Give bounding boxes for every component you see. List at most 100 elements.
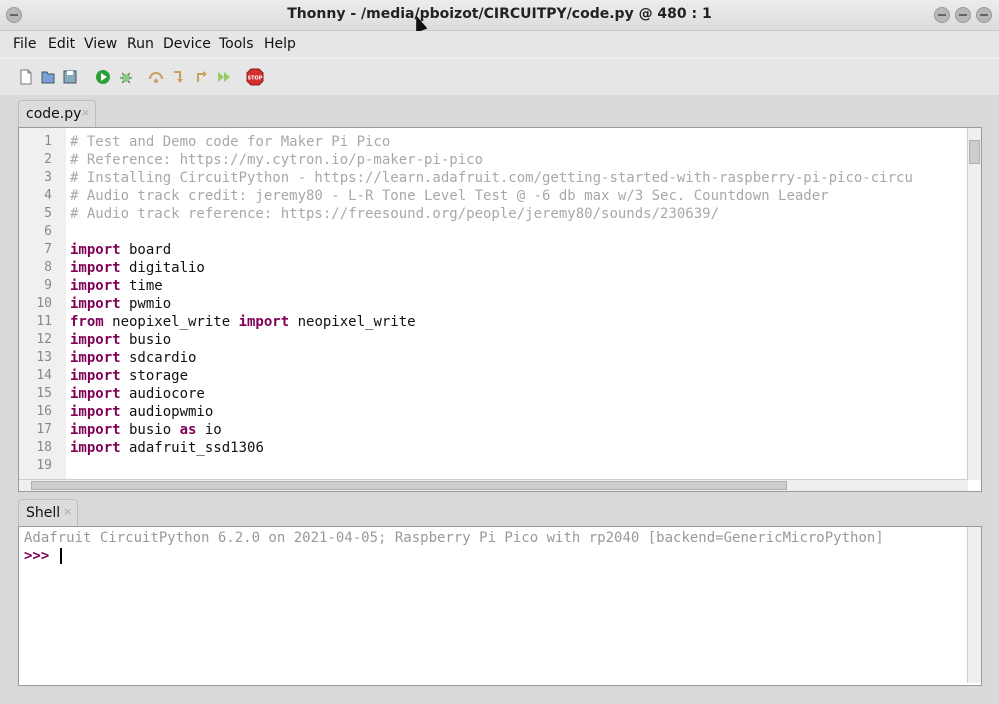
tab-code-py[interactable]: code.py × — [18, 100, 96, 128]
menu-file[interactable]: File — [13, 36, 36, 52]
line-number: 1 — [44, 134, 52, 149]
shell-input-line[interactable]: >>> — [24, 548, 62, 564]
line-number: 4 — [44, 188, 52, 203]
code-token: audiocore — [120, 386, 205, 402]
code-token: storage — [120, 368, 189, 384]
close-window-button[interactable] — [976, 7, 992, 23]
code-editor[interactable]: 1 2 3 4 5 6 7 8 9 10 11 12 13 14 15 16 17 18 19 # Test and… — [18, 127, 982, 492]
code-token: neopixel_write — [289, 314, 416, 330]
step-out-icon[interactable] — [194, 69, 210, 85]
maximize-button[interactable] — [955, 7, 971, 23]
code-token: busio — [120, 332, 172, 348]
line-number: 10 — [36, 296, 52, 311]
code-line: # Audio track credit: jeremy80 - L-R Ton… — [70, 187, 829, 205]
open-file-icon[interactable] — [40, 69, 56, 85]
run-icon[interactable] — [95, 69, 111, 85]
code-line: import digitalio — [70, 259, 205, 277]
step-over-icon[interactable] — [148, 69, 164, 85]
line-number: 16 — [36, 404, 52, 419]
keyword-token: from — [70, 314, 104, 330]
comment-token: # Audio track reference: https://freesou… — [70, 206, 720, 222]
line-number-gutter: 1 2 3 4 5 6 7 8 9 10 11 12 13 14 15 16 17 18 19 — [19, 128, 66, 480]
keyword-token: import — [70, 296, 121, 312]
menu-run[interactable]: Run — [127, 36, 154, 52]
code-token: board — [120, 242, 172, 258]
code-token: sdcardio — [120, 350, 197, 366]
keyword-token: import — [70, 404, 121, 420]
menu-help[interactable]: Help — [264, 36, 296, 52]
line-number: 15 — [36, 386, 52, 401]
save-file-icon[interactable] — [62, 69, 78, 85]
tab-shell[interactable]: Shell × — [18, 499, 78, 527]
editor-horizontal-scrollbar[interactable] — [19, 479, 968, 491]
minimize-button[interactable] — [934, 7, 950, 23]
tab-shell-label: Shell — [26, 505, 61, 521]
line-number: 2 — [44, 152, 52, 167]
line-number: 14 — [36, 368, 52, 383]
code-line: import time — [70, 277, 163, 295]
line-number: 6 — [44, 224, 52, 239]
step-into-icon[interactable] — [171, 69, 187, 85]
keyword-token: import — [70, 422, 121, 438]
shell-vertical-scrollbar[interactable] — [967, 527, 981, 683]
toolbar: STOP — [0, 58, 999, 95]
keyword-token: import — [70, 242, 121, 258]
keyword-token: import — [70, 368, 121, 384]
code-token: neopixel_write — [103, 314, 239, 330]
menu-edit[interactable]: Edit — [48, 36, 75, 52]
keyword-token: import — [70, 278, 121, 294]
keyword-token: import — [70, 440, 121, 456]
keyword-token: import — [238, 314, 290, 330]
close-tab-icon[interactable]: × — [81, 106, 90, 119]
line-number: 18 — [36, 440, 52, 455]
editor-vertical-scrollbar[interactable] — [967, 128, 981, 480]
keyword-token: import — [70, 332, 121, 348]
code-line: from neopixel_write import neopixel_writ… — [70, 313, 416, 331]
line-number: 17 — [36, 422, 52, 437]
comment-token: # Audio track credit: jeremy80 - L-R Ton… — [70, 188, 829, 204]
menu-bar: File Edit View Run Device Tools Help — [0, 31, 999, 58]
menu-view[interactable]: View — [84, 36, 117, 52]
menu-device[interactable]: Device — [163, 36, 211, 52]
tab-code-py-label: code.py — [26, 106, 82, 122]
line-number: 9 — [44, 278, 52, 293]
code-line: import board — [70, 241, 171, 259]
line-number: 8 — [44, 260, 52, 275]
keyword-token: as — [179, 422, 197, 438]
code-line: import pwmio — [70, 295, 171, 313]
code-token: adafruit_ssd1306 — [120, 440, 264, 456]
code-token: busio — [120, 422, 180, 438]
code-area[interactable]: # Test and Demo code for Maker Pi Pico # … — [70, 128, 963, 480]
menu-tools[interactable]: Tools — [219, 36, 254, 52]
comment-token: # Installing CircuitPython - https://lea… — [70, 170, 913, 186]
line-number: 3 — [44, 170, 52, 185]
code-line: import audiopwmio — [70, 403, 213, 421]
code-line: import audiocore — [70, 385, 205, 403]
code-line: # Reference: https://my.cytron.io/p-make… — [70, 151, 483, 169]
code-token: digitalio — [120, 260, 205, 276]
comment-token: # Test and Demo code for Maker Pi Pico — [70, 134, 391, 150]
keyword-token: import — [70, 386, 121, 402]
text-cursor — [59, 548, 62, 564]
close-shell-tab-icon[interactable]: × — [63, 505, 72, 518]
code-line: # Installing CircuitPython - https://lea… — [70, 169, 913, 187]
line-number: 19 — [36, 458, 52, 473]
resume-icon[interactable] — [216, 69, 232, 85]
window-title: Thonny - /media/pboizot/CIRCUITPY/code.p… — [287, 6, 712, 22]
stop-icon[interactable]: STOP — [246, 68, 264, 86]
comment-token: # Reference: https://my.cytron.io/p-make… — [70, 152, 484, 168]
new-file-icon[interactable] — [18, 69, 34, 85]
code-line: import adafruit_ssd1306 — [70, 439, 264, 457]
debug-icon[interactable] — [118, 69, 134, 85]
code-line: import storage — [70, 367, 188, 385]
title-bar: Thonny - /media/pboizot/CIRCUITPY/code.p… — [0, 0, 999, 31]
shell-panel[interactable]: Adafruit CircuitPython 6.2.0 on 2021-04-… — [18, 526, 982, 686]
line-number: 13 — [36, 350, 52, 365]
code-token: io — [196, 422, 222, 438]
editor-horizontal-scroll-thumb[interactable] — [31, 481, 787, 490]
line-number: 7 — [44, 242, 52, 257]
line-number: 12 — [36, 332, 52, 347]
svg-text:STOP: STOP — [248, 76, 263, 82]
editor-vertical-scroll-thumb[interactable] — [969, 140, 980, 164]
code-token: audiopwmio — [120, 404, 214, 420]
